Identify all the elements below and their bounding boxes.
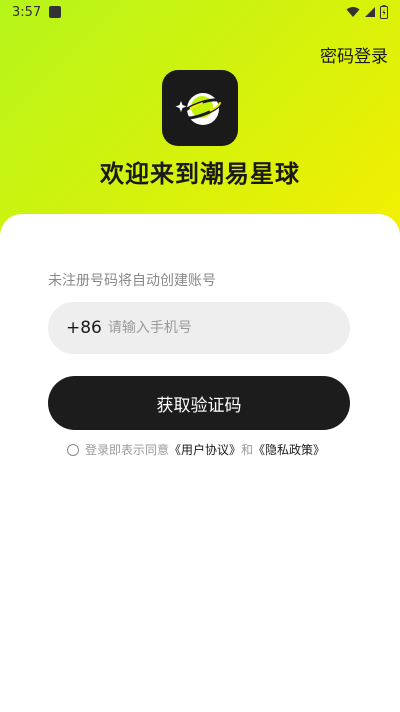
battery-icon xyxy=(380,5,388,19)
agree-radio[interactable] xyxy=(67,443,79,456)
phone-input[interactable] xyxy=(107,320,328,336)
user-agreement-link[interactable]: 《用户协议》 xyxy=(169,441,241,458)
agreement-row: 登录即表示同意 《用户协议》 和 《隐私政策》 xyxy=(67,441,325,458)
signal-icon xyxy=(365,7,375,17)
wifi-icon xyxy=(346,7,360,17)
get-code-button[interactable]: 获取验证码 xyxy=(48,376,350,430)
app-logo xyxy=(162,70,238,146)
agreement-prefix: 登录即表示同意 xyxy=(85,443,170,457)
planet-icon xyxy=(175,93,223,125)
agreement-and: 和 xyxy=(241,443,254,457)
registration-hint: 未注册号码将自动创建账号 xyxy=(48,273,216,289)
privacy-policy-link[interactable]: 《隐私政策》 xyxy=(253,441,325,458)
status-bar: 3:57 xyxy=(0,0,400,24)
app-title: 欢迎来到潮易星球 xyxy=(100,160,300,188)
country-code[interactable]: +86 xyxy=(66,318,102,338)
status-time: 3:57 xyxy=(12,4,42,20)
phone-field[interactable]: +86 xyxy=(48,302,350,354)
notification-icon xyxy=(49,6,62,18)
password-login-link[interactable]: 密码登录 xyxy=(320,42,388,67)
